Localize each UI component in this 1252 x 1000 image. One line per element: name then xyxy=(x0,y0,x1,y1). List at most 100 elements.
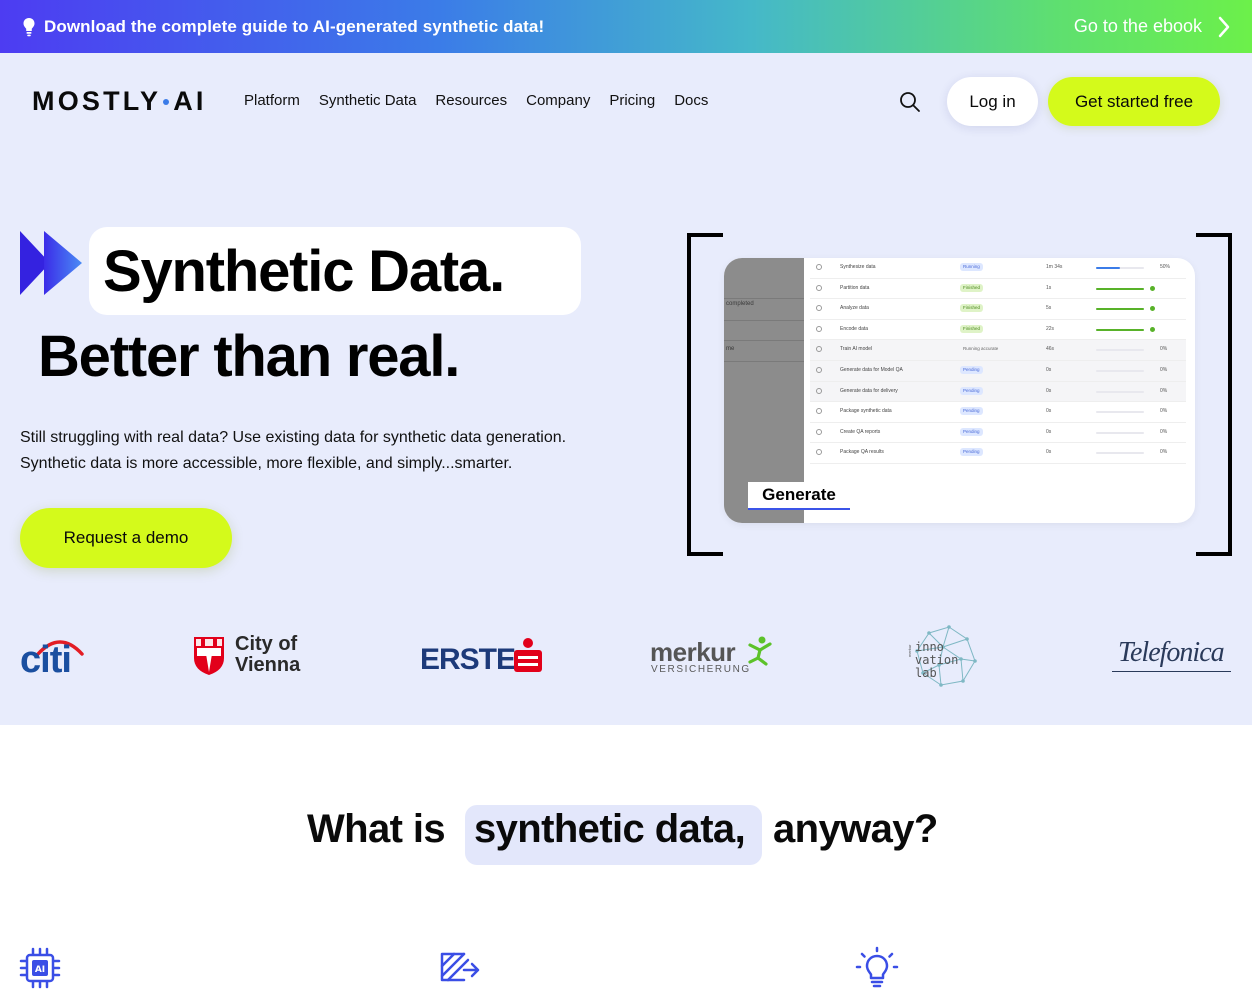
nav-company[interactable]: Company xyxy=(526,92,590,109)
step-progress-bar xyxy=(1096,308,1144,311)
merkur-figure-icon xyxy=(748,636,772,666)
step-status-icon xyxy=(816,305,822,312)
hero-subtitle-line-1: Still struggling with real data? Use exi… xyxy=(20,429,567,446)
step-progress-bar xyxy=(1096,390,1144,393)
step-percent: 0% xyxy=(1160,428,1168,435)
step-duration: 0s xyxy=(1046,387,1052,394)
step-name: Train AI model xyxy=(840,346,873,353)
request-demo-button[interactable]: Request a demo xyxy=(20,508,232,568)
step-duration: 22s xyxy=(1046,325,1055,332)
vienna-shield-icon xyxy=(194,637,224,675)
hero-headline-2: Better than real. xyxy=(38,324,460,389)
sparkasse-s-icon xyxy=(514,638,542,672)
erste-logo: ERSTE xyxy=(420,625,545,695)
merkur-logo: merkur VERSICHERUNG xyxy=(650,625,775,695)
sidebar-divider xyxy=(724,361,804,362)
nav-platform[interactable]: Platform xyxy=(244,92,300,109)
step-status-badge: Pending xyxy=(960,407,983,416)
main-nav: Platform Synthetic Data Resources Compan… xyxy=(244,92,708,109)
login-button[interactable]: Log in xyxy=(947,77,1038,126)
erste-wordmark: ERSTE xyxy=(420,643,516,676)
step-complete-dot xyxy=(1150,326,1155,332)
nav-resources[interactable]: Resources xyxy=(435,92,507,109)
innovation-lab-logo: inno vation lab merkur xyxy=(905,625,981,695)
banner-message[interactable]: Download the complete guide to AI-genera… xyxy=(22,0,544,53)
job-steps-table: Synthesize data Running 1m 34s 50% Partition… xyxy=(810,258,1186,464)
step-percent: 0% xyxy=(1160,346,1168,353)
job-step-row[interactable]: Generate data for delivery Pending 0s 0% xyxy=(810,381,1186,403)
job-step-row[interactable]: Encode data Finished 22s xyxy=(810,320,1186,341)
step-status-badge: Pending xyxy=(960,386,983,395)
vienna-line-1: City of xyxy=(235,633,298,655)
sidebar-divider xyxy=(724,320,804,321)
search-icon[interactable] xyxy=(898,90,922,114)
step-progress-fill xyxy=(1096,287,1144,290)
step-progress-fill xyxy=(1096,308,1144,311)
preview-bracket-left xyxy=(687,233,723,556)
step-status-badge: Running accurate xyxy=(963,346,999,352)
citi-wordmark: citi xyxy=(20,639,72,681)
step-name: Analyze data xyxy=(840,305,869,312)
step-duration: 0s xyxy=(1046,366,1052,373)
step-progress-bar xyxy=(1096,287,1144,290)
step-name: Package synthetic data xyxy=(840,408,892,415)
get-started-button[interactable]: Get started free xyxy=(1048,77,1220,126)
step-status-icon xyxy=(816,284,822,291)
generate-button[interactable]: Generate xyxy=(748,482,850,510)
nav-synthetic-data[interactable]: Synthetic Data xyxy=(319,92,417,109)
job-step-row[interactable]: Package QA results Pending 0s 0% xyxy=(810,443,1186,464)
step-status-badge: Pending xyxy=(960,365,983,374)
step-duration: 0s xyxy=(1046,449,1052,456)
job-step-row[interactable]: Analyze data Finished 5s xyxy=(810,299,1186,320)
hero-headline-1: Synthetic Data. xyxy=(103,238,505,304)
citi-logo: citi xyxy=(20,625,84,695)
step-status-icon xyxy=(816,408,822,415)
job-step-row[interactable]: Package synthetic data Pending 0s 0% xyxy=(810,402,1186,423)
step-duration: 0s xyxy=(1046,428,1052,435)
ebook-link[interactable]: Go to the ebook xyxy=(1074,0,1232,53)
step-duration: 46s xyxy=(1046,346,1055,353)
step-status-icon xyxy=(816,346,822,353)
hero-subtitle: Still struggling with real data? Use exi… xyxy=(20,425,660,477)
step-status-badge: Finished xyxy=(960,283,984,292)
step-name: Partition data xyxy=(840,284,870,291)
step-status-badge: Pending xyxy=(960,448,983,457)
step-percent: 0% xyxy=(1160,387,1168,394)
chevron-right-icon xyxy=(1218,16,1230,37)
step-status-icon xyxy=(816,387,822,394)
ebook-link-label: Go to the ebook xyxy=(1073,16,1202,36)
job-step-row[interactable]: Train AI model Running accurate 46s 0% xyxy=(810,340,1186,361)
sidebar-divider xyxy=(724,298,804,299)
hero-subtitle-line-2: Synthetic data is more accessible, more … xyxy=(20,455,513,472)
city-of-vienna-logo: City of Vienna xyxy=(193,625,313,695)
step-progress-bar xyxy=(1096,267,1144,269)
step-status-badge: Pending xyxy=(960,427,983,436)
job-step-row[interactable]: Create QA reports Pending 0s 0% xyxy=(810,423,1186,444)
nav-docs[interactable]: Docs xyxy=(674,92,708,109)
step-status-icon xyxy=(816,366,822,373)
job-step-row[interactable]: Synthesize data Running 1m 34s 50% xyxy=(810,258,1186,279)
headline-highlight: Synthetic Data. xyxy=(89,227,581,315)
sidebar-divider xyxy=(724,340,804,341)
step-status-badge: Running xyxy=(960,263,983,271)
step-status-icon xyxy=(816,428,822,435)
step-name: Generate data for Model QA xyxy=(840,366,903,373)
step-percent: 50% xyxy=(1160,264,1171,270)
step-progress-fill xyxy=(1096,328,1144,331)
mostly-ai-logo[interactable]: MOSTLY AI xyxy=(32,86,207,117)
job-step-row[interactable]: Partition data Finished 1s xyxy=(810,279,1186,300)
lightbulb-icon xyxy=(23,17,35,36)
step-progress-bar xyxy=(1096,349,1144,352)
job-step-row[interactable]: Generate data for Model QA Pending 0s 0% xyxy=(810,360,1186,382)
step-status-icon xyxy=(816,264,822,270)
svg-text:AI: AI xyxy=(35,965,45,975)
nav-pricing[interactable]: Pricing xyxy=(609,92,655,109)
double-play-icon xyxy=(20,231,82,295)
telefonica-logo: Telefonica xyxy=(1112,625,1232,695)
step-status-badge: Finished xyxy=(960,324,984,333)
step-duration: 5s xyxy=(1046,305,1052,312)
step-duration: 1s xyxy=(1046,284,1052,291)
sidebar-label: me xyxy=(726,346,735,352)
anyway-text: anyway? xyxy=(773,807,938,851)
logo-wordmark-left: MOSTLY xyxy=(32,86,162,116)
